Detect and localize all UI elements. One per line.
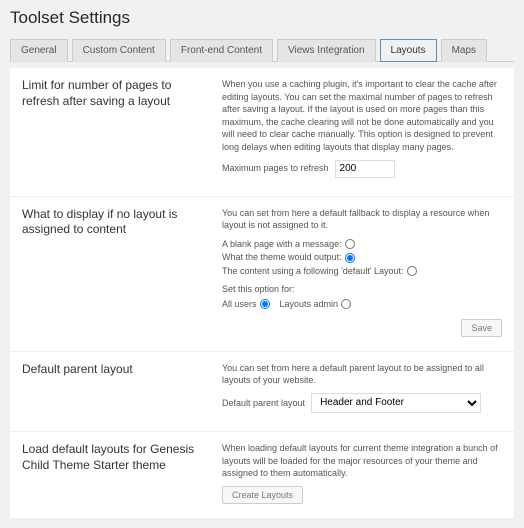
save-button[interactable]: Save: [461, 319, 502, 337]
tab-custom-content[interactable]: Custom Content: [72, 39, 166, 62]
opt-theme-label: What the theme would output:: [222, 251, 342, 264]
opt-blank-label: A blank page with a message:: [222, 238, 342, 251]
section-defaults-title: Load default layouts for Genesis Child T…: [22, 442, 202, 504]
users-admin-label: Layouts admin: [280, 298, 339, 311]
create-layouts-button[interactable]: Create Layouts: [222, 486, 303, 504]
section-fallback-desc: You can set from here a default fallback…: [222, 207, 502, 232]
set-for-label: Set this option for:: [222, 283, 502, 296]
section-fallback: What to display if no layout is assigned…: [10, 197, 514, 352]
max-pages-label: Maximum pages to refresh: [222, 162, 329, 175]
section-fallback-title: What to display if no layout is assigned…: [22, 207, 202, 337]
section-defaults-desc: When loading default layouts for current…: [222, 442, 502, 480]
parent-layout-label: Default parent layout: [222, 397, 305, 410]
section-limit-title: Limit for number of pages to refresh aft…: [22, 78, 202, 182]
section-parent: Default parent layout You can set from h…: [10, 352, 514, 432]
users-admin-radio[interactable]: [341, 299, 351, 309]
section-parent-title: Default parent layout: [22, 362, 202, 417]
section-defaults: Load default layouts for Genesis Child T…: [10, 432, 514, 518]
section-limit: Limit for number of pages to refresh aft…: [10, 68, 514, 197]
parent-layout-select[interactable]: Header and Footer: [311, 393, 481, 413]
users-all-radio[interactable]: [260, 299, 270, 309]
tab-layouts[interactable]: Layouts: [380, 39, 437, 62]
opt-blank-radio[interactable]: [345, 239, 355, 249]
settings-content: Limit for number of pages to refresh aft…: [10, 68, 514, 518]
tab-general[interactable]: General: [10, 39, 68, 62]
tab-views-integration[interactable]: Views Integration: [277, 39, 376, 62]
users-all-label: All users: [222, 298, 257, 311]
opt-default-radio[interactable]: [407, 266, 417, 276]
opt-theme-radio[interactable]: [345, 253, 355, 263]
section-limit-desc: When you use a caching plugin, it's impo…: [222, 78, 502, 154]
page-title: Toolset Settings: [10, 4, 514, 38]
tab-frontend-content[interactable]: Front-end Content: [170, 39, 273, 62]
opt-default-label: The content using a following 'default' …: [222, 265, 404, 278]
tabs-bar: General Custom Content Front-end Content…: [10, 38, 514, 62]
section-parent-desc: You can set from here a default parent l…: [222, 362, 502, 387]
tab-maps[interactable]: Maps: [441, 39, 487, 62]
max-pages-input[interactable]: [335, 160, 395, 178]
